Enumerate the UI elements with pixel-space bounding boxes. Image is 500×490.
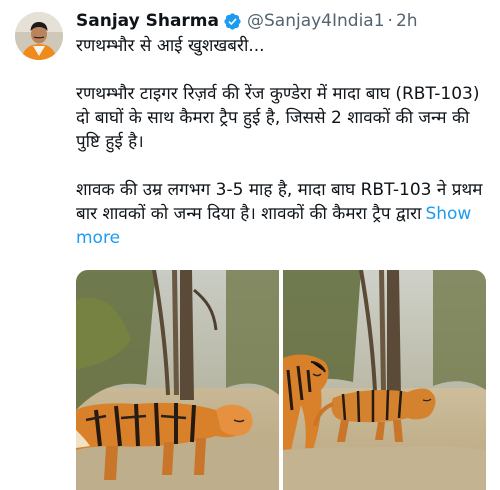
tweet-text-line-1: रणथम्भौर से आई खुशखबरी... <box>76 36 265 56</box>
tigress-and-cub-camera-trap-photo[interactable] <box>283 270 486 490</box>
author-display-name[interactable]: Sanjay Sharma <box>76 9 219 33</box>
tweet-media <box>76 270 486 490</box>
author-handle[interactable]: @Sanjay4India1 <box>247 9 385 33</box>
tweet-header: Sanjay Sharma @Sanjay4India1 · 2h <box>76 9 492 33</box>
avatar[interactable] <box>15 12 63 60</box>
tweet-text-paragraph-3: शावक की उम्र लगभग 3-5 माह है, मादा बाघ R… <box>76 178 496 250</box>
tweet-timestamp[interactable]: 2h <box>396 9 418 33</box>
separator-dot: · <box>387 11 393 31</box>
profile-avatar-icon <box>15 12 63 60</box>
tweet[interactable]: Sanjay Sharma @Sanjay4India1 · 2h रणथम्भ… <box>0 0 500 490</box>
tweet-text-paragraph-3-content: शावक की उम्र लगभग 3-5 माह है, मादा बाघ R… <box>76 180 483 224</box>
tweet-text: रणथम्भौर से आई खुशखबरी... रणथम्भौर टाइगर… <box>76 34 496 250</box>
tiger-camera-trap-photo[interactable] <box>76 270 279 490</box>
verified-badge-icon <box>223 12 242 31</box>
tweet-text-paragraph-2: रणथम्भौर टाइगर रिज़र्व की रेंज कुण्डेरा … <box>76 84 480 152</box>
